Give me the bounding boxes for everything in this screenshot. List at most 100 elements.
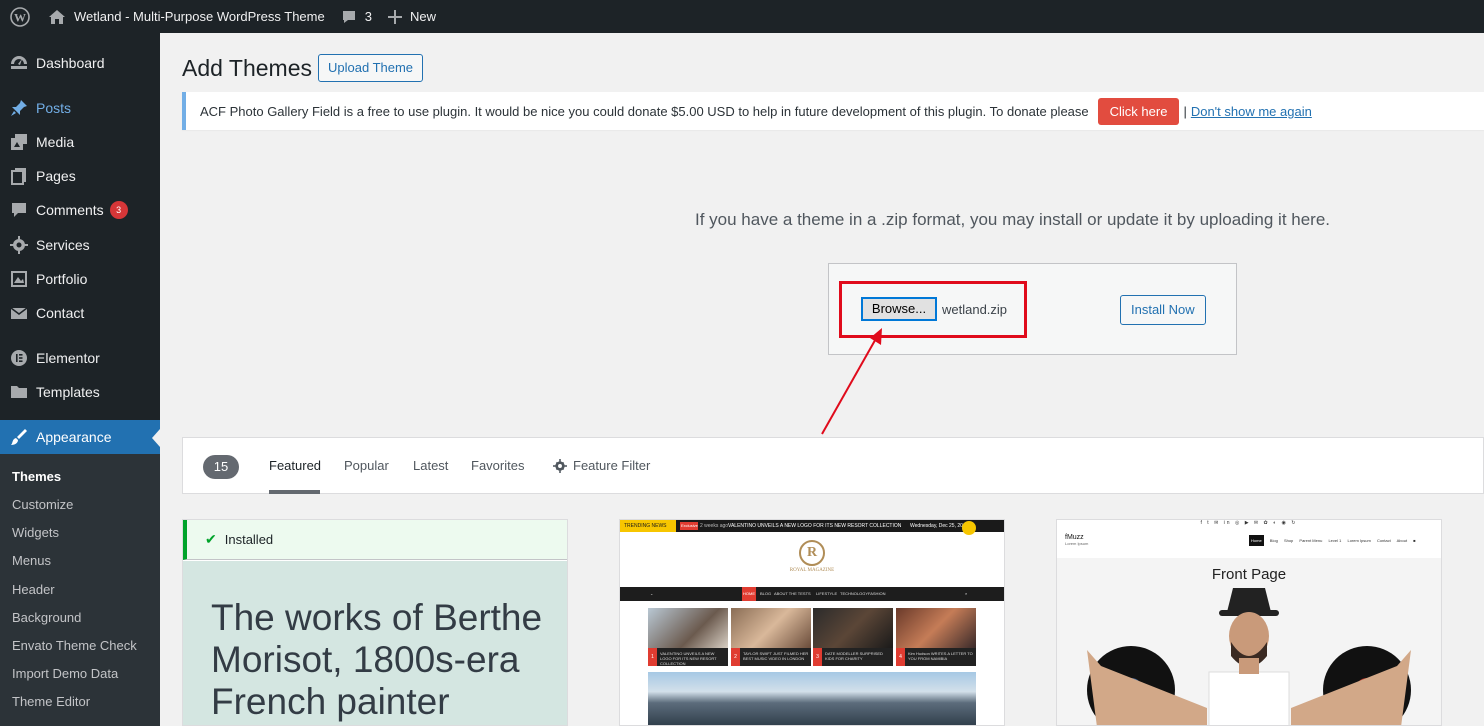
installed-label: Installed xyxy=(224,532,274,547)
brand-tagline: Lorem Ipsum xyxy=(1065,541,1089,546)
theme-card-royal-magazine[interactable]: TRENDING NEWS Exclusive 2 weeks ago VALE… xyxy=(619,519,1005,726)
media-icon xyxy=(10,133,28,151)
pin-icon xyxy=(10,99,28,117)
dont-show-link[interactable]: Don't show me again xyxy=(1191,104,1312,119)
tab-latest[interactable]: Latest xyxy=(413,458,448,473)
sidebar-item-label: Dashboard xyxy=(36,55,105,71)
topbar-headline: VALENTINO UNVEILS A NEW LOGO FOR ITS NEW… xyxy=(728,523,902,529)
brand-name: fMuzz xyxy=(1065,534,1084,541)
topbar-date: Wednesday, Dec 25, 2019 xyxy=(910,523,969,529)
article-thumb xyxy=(731,608,811,648)
svg-text:W: W xyxy=(14,10,26,24)
theme-card-installed[interactable]: ✔ Installed The works of Berthe Morisot,… xyxy=(182,519,568,726)
feature-filter-label: Feature Filter xyxy=(573,458,651,473)
preview-hero: Front Page xyxy=(1057,558,1441,725)
submenu-import-demo-data[interactable]: Import Demo Data xyxy=(12,666,118,681)
sidebar-item-label: Contact xyxy=(36,305,85,321)
article-thumb xyxy=(896,608,976,648)
comments-link[interactable]: 3 xyxy=(333,0,380,33)
submenu-widgets[interactable]: Widgets xyxy=(12,525,59,540)
nav-blog: Blog xyxy=(1269,538,1278,543)
site-name: Wetland - Multi-Purpose WordPress Theme xyxy=(74,9,325,24)
sidebar-item-services[interactable]: Services xyxy=(0,228,160,262)
nav-fashion: FASHION xyxy=(868,591,886,596)
cart-icon: ■ xyxy=(1413,538,1416,543)
tab-favorites[interactable]: Favorites xyxy=(471,458,524,473)
gear-icon xyxy=(553,458,567,473)
sidebar-item-posts[interactable]: Posts xyxy=(0,91,160,125)
wordpress-logo-icon[interactable]: W xyxy=(0,0,40,33)
active-menu-arrow xyxy=(152,429,160,447)
sidebar-item-contact[interactable]: Contact xyxy=(0,296,160,330)
page-title: Add Themes xyxy=(182,55,312,81)
exclusive-label: Exclusive xyxy=(680,522,698,530)
article-thumb xyxy=(648,608,728,648)
nav-chevron: ⌄ xyxy=(650,591,654,596)
social-icons-bar: f t ✉ in ◎ ▶ ✉ ✿ ◐ ◉ ↻ xyxy=(1200,520,1298,526)
portfolio-icon xyxy=(10,270,28,288)
elementor-icon xyxy=(10,349,28,367)
new-label: New xyxy=(409,9,436,24)
nav-search-icon: ⌕ xyxy=(965,591,968,596)
main-content: Add Themes Upload Theme ACF Photo Galler… xyxy=(160,33,1484,726)
caption-text: DATE MODELLER SURPRISED KIDS FOR CHARITY xyxy=(825,651,883,661)
appearance-submenu: Themes Customize Widgets Menus Header Ba… xyxy=(0,454,160,726)
tab-popular[interactable]: Popular xyxy=(344,458,389,473)
theme-preview-text: The works of Berthe Morisot, 1800s-era F… xyxy=(211,597,543,722)
tab-featured[interactable]: Featured xyxy=(269,458,321,473)
preview-topbar: TRENDING NEWS Exclusive 2 weeks ago VALE… xyxy=(620,520,1004,535)
submenu-theme-editor[interactable]: Theme Editor xyxy=(12,694,90,709)
home-icon xyxy=(49,9,65,24)
nav-parent: Parent Menu xyxy=(1299,538,1323,543)
preview-nav: ⌄ HOME BLOG ABOUT THE TESTS LIFESTYLE TE… xyxy=(620,587,1004,601)
caption-text: VALENTINO UNVEILS A NEW LOGO FOR ITS NEW… xyxy=(660,651,717,666)
submenu-envato-theme-check[interactable]: Envato Theme Check xyxy=(12,638,137,653)
nav-blog: BLOG xyxy=(760,591,772,596)
sidebar-item-label: Posts xyxy=(36,100,72,116)
install-now-button[interactable]: Install Now xyxy=(1120,295,1206,325)
folder-icon xyxy=(10,383,28,401)
sidebar-item-elementor[interactable]: Elementor xyxy=(0,341,160,375)
upload-theme-button[interactable]: Upload Theme xyxy=(318,54,424,82)
dashboard-icon xyxy=(10,54,28,72)
click-here-button[interactable]: Click here xyxy=(1097,97,1180,125)
trending-label: TRENDING NEWS xyxy=(620,520,676,532)
submenu-customize[interactable]: Customize xyxy=(12,497,73,512)
sidebar-item-label: Portfolio xyxy=(36,271,88,287)
nav-home: Home xyxy=(1249,535,1264,546)
article-caption: 3 DATE MODELLER SURPRISED KIDS FOR CHARIT… xyxy=(813,648,893,666)
sidebar-item-portfolio[interactable]: Portfolio xyxy=(0,262,160,296)
sidebar-item-pages[interactable]: Pages xyxy=(0,159,160,193)
site-name-link[interactable]: Wetland - Multi-Purpose WordPress Theme xyxy=(40,0,333,33)
submenu-themes[interactable]: Themes xyxy=(12,469,61,484)
new-content-link[interactable]: New xyxy=(380,0,444,33)
submenu-header[interactable]: Header xyxy=(12,582,55,597)
comment-icon xyxy=(10,201,28,219)
nav-about: About xyxy=(1396,538,1408,543)
article-caption: 2 TAYLOR SWIFT JUST FILMED HER BEST MUSIC… xyxy=(731,648,811,666)
brush-icon xyxy=(10,428,28,446)
sidebar-item-comments[interactable]: Comments 3 xyxy=(0,193,160,227)
fmuzz-nav: Home Blog Shop Parent Menu Level 1 Lorem… xyxy=(1249,535,1421,546)
submenu-menus[interactable]: Menus xyxy=(12,553,51,568)
magazine-logo: R ROYAL MAGAZINE xyxy=(784,540,840,584)
submenu-background[interactable]: Background xyxy=(12,610,81,625)
nav-home: HOME xyxy=(742,587,756,601)
sidebar-item-media[interactable]: Media xyxy=(0,125,160,159)
upload-instructions: If you have a theme in a .zip format, yo… xyxy=(695,210,1331,229)
feature-filter-button[interactable]: Feature Filter xyxy=(553,458,650,473)
sidebar-item-dashboard[interactable]: Dashboard xyxy=(0,46,160,80)
sidebar-item-label: Pages xyxy=(36,168,76,184)
comments-badge: 3 xyxy=(109,201,128,219)
fmuzz-brand: fMuzz Lorem Ipsum xyxy=(1065,534,1088,546)
article-caption: 1 VALENTINO UNVEILS A NEW LOGO FOR ITS NE… xyxy=(648,648,728,666)
nav-about: ABOUT THE TESTS xyxy=(774,591,811,596)
plus-icon xyxy=(387,9,402,24)
admin-sidebar: Dashboard Posts Media Pages Comments 3 S… xyxy=(0,33,160,726)
sidebar-item-appearance[interactable]: Appearance xyxy=(0,420,160,454)
pages-icon xyxy=(10,167,28,185)
annotation-arrow xyxy=(821,328,882,435)
installed-notice: ✔ Installed xyxy=(183,520,567,560)
theme-card-fmuzz[interactable]: f t ✉ in ◎ ▶ ✉ ✿ ◐ ◉ ↻ fMuzz Lorem Ipsum… xyxy=(1056,519,1442,726)
sidebar-item-templates[interactable]: Templates xyxy=(0,375,160,409)
